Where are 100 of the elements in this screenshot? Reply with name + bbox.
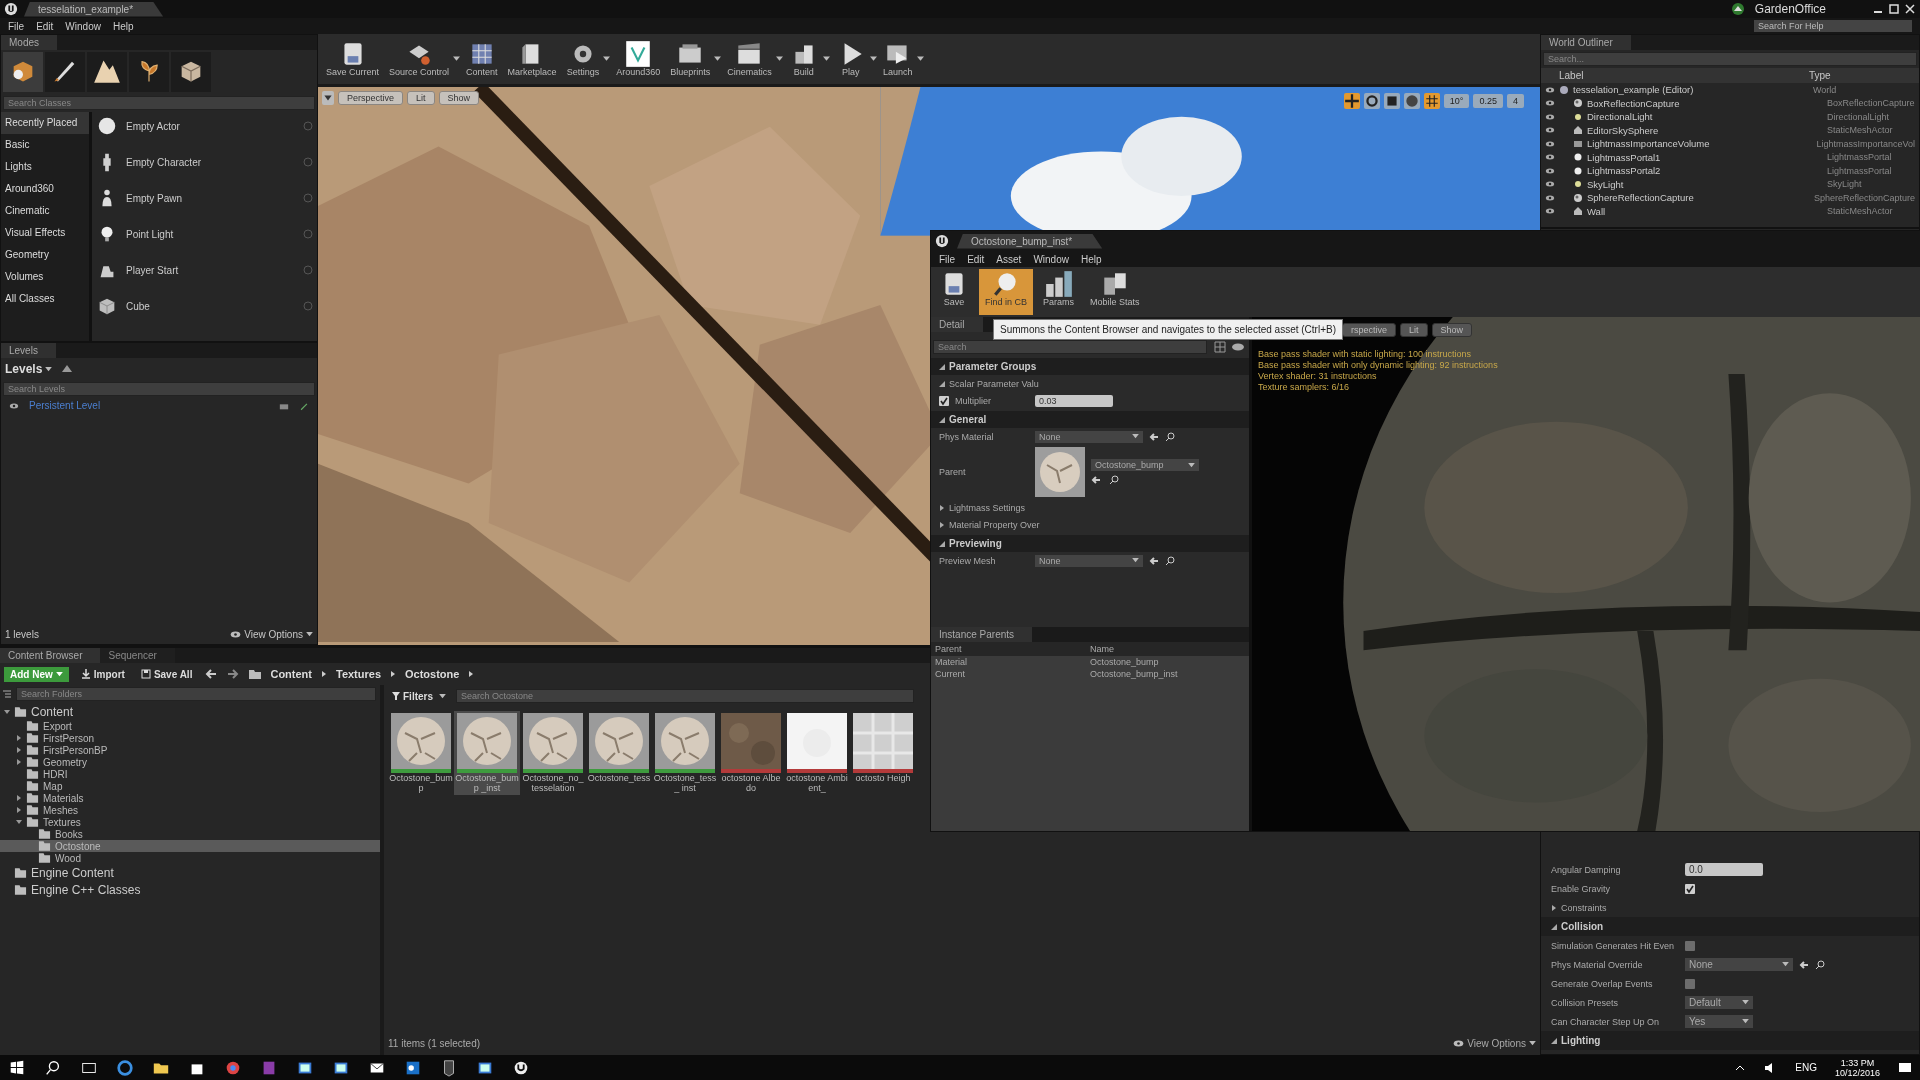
- folder-row[interactable]: Books: [0, 828, 380, 840]
- number-field[interactable]: 0.0: [1685, 863, 1763, 876]
- outliner-item[interactable]: LightmassPortal2: [1587, 165, 1661, 177]
- folder-row[interactable]: FirstPersonBP: [0, 744, 380, 756]
- folder-search-field[interactable]: Search Folders: [16, 687, 376, 701]
- asset-tile[interactable]: Octostone_bump _inst: [454, 711, 520, 795]
- toolbar-button[interactable]: Build: [784, 38, 823, 80]
- folder-row[interactable]: Engine C++ Classes: [0, 881, 380, 898]
- dropdown[interactable]: Default: [1685, 996, 1753, 1009]
- folder-row[interactable]: Export: [0, 720, 380, 732]
- folder-row[interactable]: Meshes: [0, 804, 380, 816]
- language-indicator[interactable]: ENG: [1795, 1062, 1817, 1073]
- toolbar-button[interactable]: Save Current: [322, 38, 384, 80]
- toolbar-button[interactable]: Source Control: [385, 38, 454, 80]
- menu-item[interactable]: Help: [112, 20, 134, 32]
- toolbar-button[interactable]: Settings: [562, 38, 604, 80]
- folder-row[interactable]: Map: [0, 780, 380, 792]
- breadcrumb-link[interactable]: Textures: [336, 668, 382, 680]
- asset-tile[interactable]: octosto Heigh: [850, 711, 916, 795]
- asset-tile[interactable]: Octostone_no_ tesselation: [520, 711, 586, 795]
- import-button[interactable]: Import: [76, 668, 129, 680]
- asset-tile[interactable]: Octostone_tess: [586, 711, 652, 795]
- column-header[interactable]: Name: [1090, 644, 1245, 654]
- folder-row[interactable]: Content: [0, 703, 380, 720]
- panel-tab[interactable]: Modes: [1, 35, 57, 50]
- placeable-item[interactable]: Player Start: [126, 264, 295, 276]
- placeable-item[interactable]: Cube: [126, 300, 295, 312]
- level-name[interactable]: Persistent Level: [29, 400, 101, 411]
- column-header[interactable]: Type: [1809, 70, 1915, 81]
- group-header[interactable]: Constraints: [1551, 902, 1679, 913]
- asset-tile[interactable]: Octostone_bump: [388, 711, 454, 795]
- category-tab[interactable]: Basic: [1, 134, 89, 156]
- dropdown[interactable]: Yes: [1685, 1015, 1753, 1028]
- toolbar-button[interactable]: Marketplace: [503, 38, 561, 80]
- column-header[interactable]: Label: [1559, 70, 1809, 81]
- folder-row[interactable]: Textures: [0, 816, 380, 828]
- outliner-item[interactable]: BoxReflectionCapture: [1587, 97, 1680, 109]
- category-tab[interactable]: Cinematic: [1, 200, 89, 222]
- panel-tab[interactable]: Content Browser: [0, 648, 101, 663]
- folder-row[interactable]: Engine Content: [0, 864, 380, 881]
- levels-dropdown[interactable]: Levels: [5, 362, 53, 376]
- folder-row[interactable]: HDRI: [0, 768, 380, 780]
- outliner-search-field[interactable]: Search...: [1543, 52, 1917, 66]
- folder-row[interactable]: Geometry: [0, 756, 380, 768]
- toolbar-button[interactable]: Launch: [878, 38, 917, 80]
- toolbar-button[interactable]: Around360: [612, 38, 665, 80]
- add-new-button[interactable]: Add New: [4, 666, 69, 682]
- menu-item[interactable]: Window: [65, 20, 101, 32]
- asset-tile[interactable]: octostone Albedo: [718, 711, 784, 795]
- property-label: Simulation Generates Hit Even: [1551, 940, 1676, 951]
- asset-tile[interactable]: octostone Ambient_: [784, 711, 850, 795]
- outliner-item[interactable]: SphereReflectionCapture: [1587, 192, 1694, 204]
- folder-row[interactable]: Materials: [0, 792, 380, 804]
- clock[interactable]: 1:33 PM 10/12/2016: [1834, 1057, 1880, 1078]
- section-header[interactable]: Collision: [1551, 921, 1604, 932]
- asset-tile[interactable]: Octostone_tess_ inst: [652, 711, 718, 795]
- menu-item[interactable]: Edit: [36, 20, 54, 32]
- document-tab[interactable]: tesselation_example*: [24, 1, 164, 17]
- outliner-item[interactable]: DirectionalLight: [1587, 111, 1653, 123]
- toolbar-button[interactable]: Play: [831, 38, 870, 80]
- outliner-item[interactable]: LightmassImportanceVolume: [1587, 138, 1710, 150]
- category-tab[interactable]: Around360: [1, 178, 89, 200]
- panel-tab[interactable]: World Outliner: [1541, 35, 1631, 50]
- class-search-field[interactable]: Search Classes: [3, 96, 315, 110]
- save-all-button[interactable]: Save All: [136, 668, 197, 680]
- toolbar-button[interactable]: Cinematics: [723, 38, 776, 80]
- view-options-button[interactable]: View Options: [1453, 1037, 1536, 1049]
- placeable-item[interactable]: Point Light: [126, 228, 295, 240]
- folder-row[interactable]: Octostone: [0, 840, 380, 852]
- help-search-field[interactable]: Search For Help: [1754, 20, 1912, 32]
- level-search-field[interactable]: Search Levels: [3, 382, 315, 396]
- breadcrumb-link[interactable]: Content: [270, 668, 312, 680]
- filters-button[interactable]: Filters: [388, 690, 450, 702]
- category-tab[interactable]: All Classes: [1, 288, 89, 310]
- category-tab[interactable]: Recently Placed: [1, 112, 89, 134]
- placeable-item[interactable]: Empty Character: [126, 156, 295, 168]
- column-header[interactable]: Parent: [935, 644, 1090, 654]
- section-header[interactable]: Lighting: [1551, 1035, 1601, 1046]
- asset-dropdown[interactable]: None: [1685, 958, 1793, 971]
- placeable-item[interactable]: Empty Actor: [126, 120, 295, 132]
- panel-tab[interactable]: Sequencer: [100, 648, 175, 663]
- category-tab[interactable]: Visual Effects: [1, 222, 89, 244]
- breadcrumb-link[interactable]: Octostone: [405, 668, 460, 680]
- category-tab[interactable]: Volumes: [1, 266, 89, 288]
- outliner-item[interactable]: LightmassPortal1: [1587, 151, 1661, 163]
- outliner-item[interactable]: EditorSkySphere: [1587, 124, 1659, 136]
- view-options-button[interactable]: View Options: [230, 629, 313, 640]
- panel-tab[interactable]: Levels: [1, 343, 56, 358]
- menu-item[interactable]: File: [8, 20, 25, 32]
- folder-row[interactable]: Wood: [0, 852, 380, 864]
- outliner-item[interactable]: tesselation_example (Editor): [1573, 84, 1694, 96]
- folder-row[interactable]: FirstPerson: [0, 732, 380, 744]
- category-tab[interactable]: Lights: [1, 156, 89, 178]
- toolbar-button[interactable]: Blueprints: [666, 38, 715, 80]
- toolbar-button[interactable]: Content: [462, 38, 502, 80]
- asset-search-field[interactable]: Search Octostone: [456, 689, 914, 703]
- outliner-item[interactable]: SkyLight: [1587, 178, 1624, 190]
- outliner-item[interactable]: Wall: [1587, 205, 1606, 217]
- placeable-item[interactable]: Empty Pawn: [126, 192, 295, 204]
- category-tab[interactable]: Geometry: [1, 244, 89, 266]
